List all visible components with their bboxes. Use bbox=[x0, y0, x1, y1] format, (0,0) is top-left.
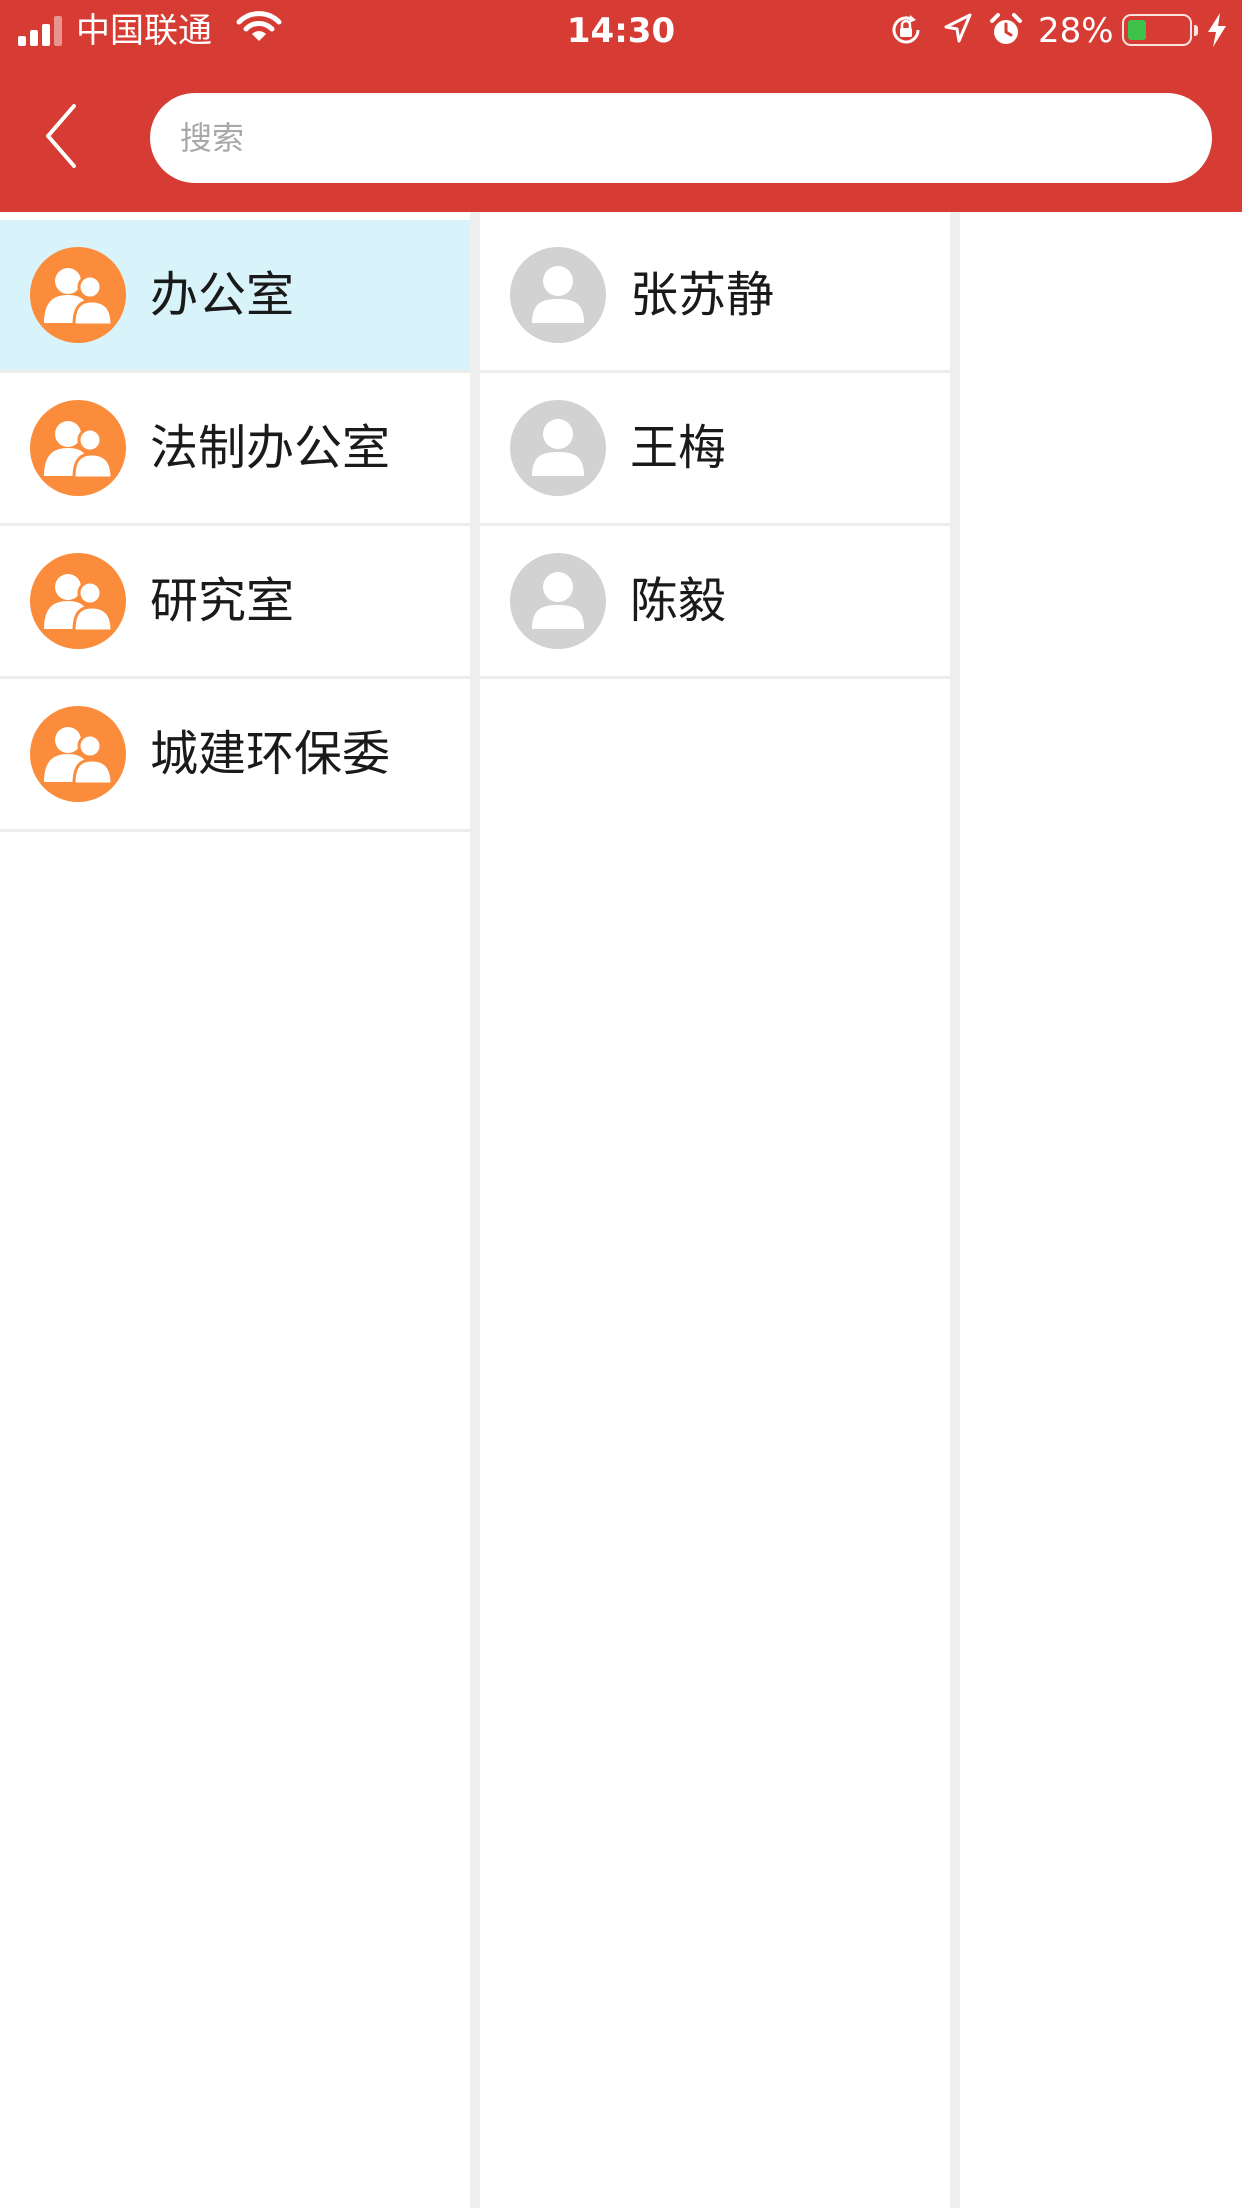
group-avatar-icon bbox=[30, 553, 126, 649]
battery-percent: 28% bbox=[1038, 11, 1114, 51]
department-name: 研究室 bbox=[150, 573, 295, 629]
department-name: 办公室 bbox=[150, 267, 295, 323]
search-input[interactable] bbox=[180, 93, 1212, 183]
app-header: 中国联通 14:30 28% bbox=[0, 0, 1242, 212]
rotation-lock-icon bbox=[892, 15, 920, 44]
group-avatar-icon bbox=[30, 247, 126, 343]
member-name: 王梅 bbox=[630, 420, 727, 476]
department-item[interactable]: 研究室 bbox=[0, 526, 470, 679]
location-icon bbox=[944, 13, 972, 43]
member-list: 张苏静 王梅 陈毅 bbox=[480, 220, 950, 679]
department-item[interactable]: 办公室 bbox=[0, 220, 470, 373]
department-name: 法制办公室 bbox=[150, 420, 391, 476]
person-avatar-icon bbox=[510, 400, 606, 496]
member-item[interactable]: 王梅 bbox=[480, 373, 950, 526]
back-button[interactable] bbox=[40, 100, 84, 172]
department-list: 办公室法制办公室研究室城建环保委 bbox=[0, 220, 470, 832]
group-avatar-icon bbox=[30, 706, 126, 802]
battery-icon bbox=[1122, 14, 1198, 46]
column-divider bbox=[950, 212, 960, 2208]
member-item[interactable]: 张苏静 bbox=[480, 220, 950, 373]
member-item[interactable]: 陈毅 bbox=[480, 526, 950, 679]
person-avatar-icon bbox=[510, 247, 606, 343]
column-divider bbox=[470, 212, 480, 2208]
group-avatar-icon bbox=[30, 400, 126, 496]
battery-level bbox=[1128, 20, 1147, 40]
alarm-icon bbox=[990, 13, 1022, 44]
department-item[interactable]: 城建环保委 bbox=[0, 679, 470, 832]
status-bar: 中国联通 14:30 28% bbox=[0, 0, 1242, 62]
person-avatar-icon bbox=[510, 553, 606, 649]
department-name: 城建环保委 bbox=[150, 726, 391, 782]
charging-icon bbox=[1208, 13, 1226, 47]
chevron-left-icon bbox=[46, 104, 76, 168]
search-bar[interactable] bbox=[150, 93, 1212, 183]
member-name: 陈毅 bbox=[630, 573, 727, 629]
member-name: 张苏静 bbox=[630, 267, 775, 323]
department-item[interactable]: 法制办公室 bbox=[0, 373, 470, 526]
